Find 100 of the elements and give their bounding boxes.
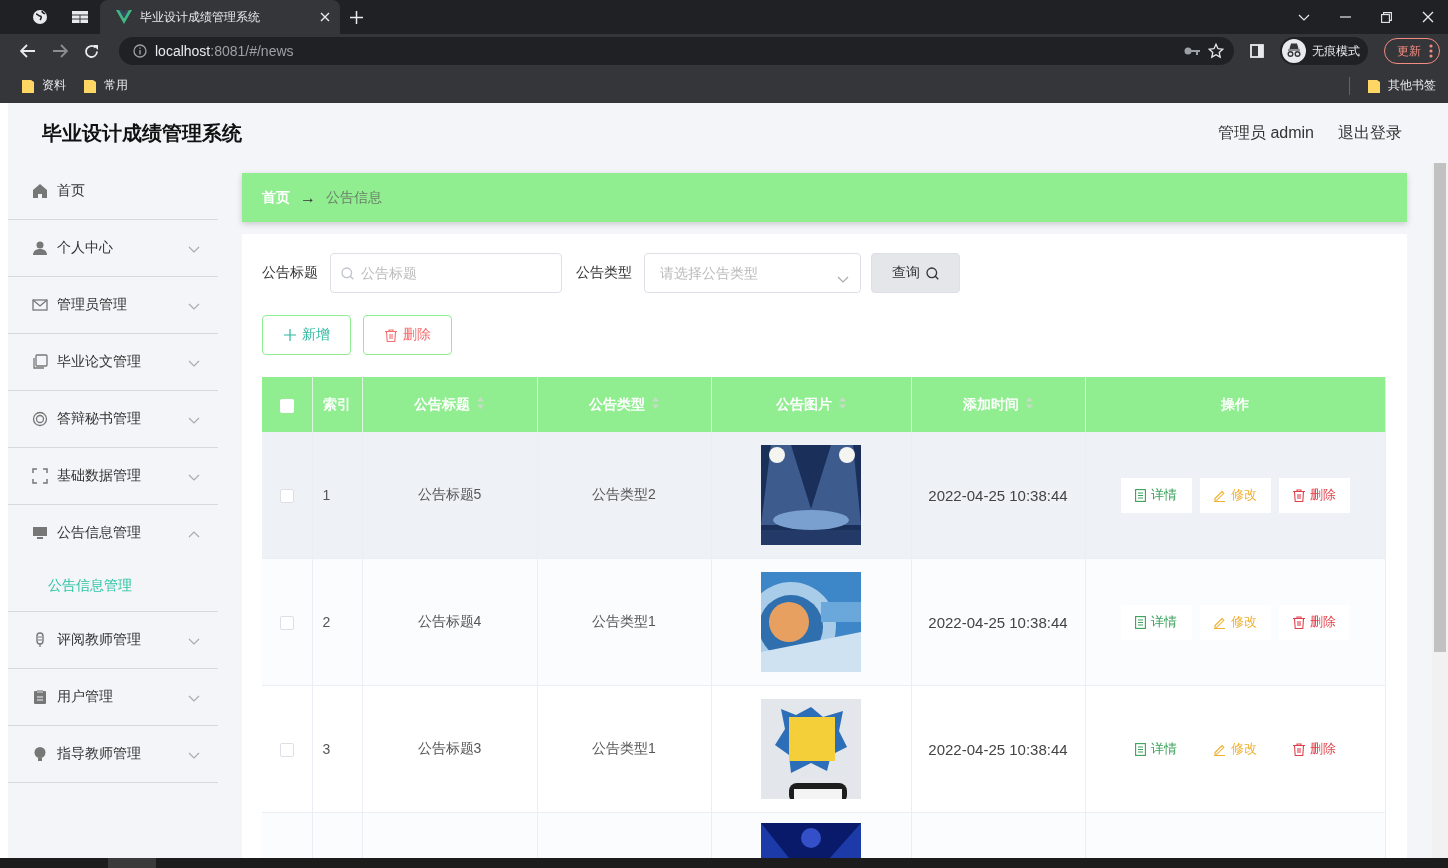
bookmark[interactable]: 常用 (84, 77, 128, 94)
checkbox[interactable] (279, 489, 294, 504)
sidebar-item[interactable]: 评阅教师管理 (8, 612, 218, 668)
column-header: 索引 (323, 395, 351, 414)
column-header: 操作 (1221, 395, 1249, 414)
table-cell: 公告类型2 (592, 486, 656, 502)
back-icon[interactable] (20, 44, 36, 58)
document-icon (1135, 615, 1146, 629)
chevron-down-icon (188, 695, 200, 702)
detail-button[interactable]: 详情 (1120, 604, 1192, 640)
sidebar-item[interactable]: 首页 (8, 163, 218, 219)
sidebar-item[interactable]: 答辩秘书管理 (8, 391, 218, 447)
table-cell: 公告类型1 (592, 613, 656, 629)
sidebar-item[interactable]: 管理员管理 (8, 277, 218, 333)
plus-icon[interactable] (350, 10, 363, 24)
plus-icon (283, 329, 296, 341)
copy-icon (32, 354, 48, 370)
sidebar-item[interactable]: 指导教师管理 (8, 726, 218, 782)
user-icon (32, 240, 48, 256)
info-icon (133, 44, 147, 58)
sidebar-item[interactable]: 基础数据管理 (8, 448, 218, 504)
forward-icon[interactable] (52, 44, 68, 58)
close-icon[interactable] (320, 12, 330, 22)
breadcrumb-item: 公告信息 (326, 188, 382, 207)
table-cell: 公告标题5 (417, 486, 482, 502)
sidebar-item[interactable]: 个人中心 (8, 220, 218, 276)
table-cell: 公告标题3 (417, 740, 482, 756)
ring-icon (32, 411, 48, 427)
star-icon[interactable] (1208, 43, 1224, 59)
filter-label: 公告标题 (262, 264, 318, 282)
sidebar-item[interactable]: 公告信息管理 (8, 505, 218, 561)
table-cell: 2022-04-25 10:38:44 (928, 613, 1068, 631)
pencil-icon (1213, 742, 1226, 756)
app-title: 毕业设计成绩管理系统 (42, 120, 242, 146)
url-text: localhost:8081/#/news (155, 43, 295, 59)
side-panel-icon[interactable] (1250, 44, 1264, 58)
frame-icon (32, 468, 48, 484)
chevron-down-icon (188, 246, 200, 253)
bulb-icon (32, 746, 48, 762)
table-cell: 2022-04-25 10:38:44 (928, 486, 1068, 504)
document-icon (1135, 488, 1146, 502)
folder-icon (1368, 78, 1380, 93)
table-cell: 3 (322, 741, 331, 757)
chevron-down-icon (188, 474, 200, 481)
document-icon (1135, 742, 1146, 756)
trash-icon (1292, 615, 1305, 629)
sidebar-item[interactable]: 毕业论文管理 (8, 334, 218, 390)
select-field[interactable]: 请选择公告类型 (644, 253, 861, 293)
checkbox[interactable] (279, 616, 294, 631)
close-icon[interactable] (1422, 11, 1434, 23)
sidebar-item[interactable]: 用户管理 (8, 669, 218, 725)
chevron-down-icon (188, 638, 200, 645)
search-icon (926, 266, 939, 280)
table-cell: 1 (322, 487, 331, 503)
globe-icon (32, 9, 48, 25)
detail-button[interactable]: 详情 (1120, 477, 1192, 513)
more-icon (1429, 44, 1433, 58)
home-icon (32, 183, 48, 199)
table-cell: 公告类型1 (592, 740, 656, 756)
reload-icon[interactable] (84, 43, 99, 59)
search-button[interactable]: 查询 (871, 253, 960, 293)
bookmark[interactable]: 资料 (22, 77, 66, 94)
envelope-icon (32, 297, 48, 313)
chevron-down-icon (188, 303, 200, 310)
logout-link[interactable]: 退出登录 (1338, 122, 1402, 144)
restore-icon[interactable] (1381, 11, 1392, 23)
table-cell: 2022-04-25 10:38:44 (928, 740, 1068, 758)
folder-icon (22, 78, 34, 93)
checkbox[interactable] (279, 743, 294, 758)
search-field[interactable]: 公告标题 (330, 253, 562, 293)
browser-tab[interactable]: 毕业设计成绩管理系统 (100, 0, 340, 34)
table-cell: 公告标题4 (417, 613, 482, 629)
bookmark[interactable]: 其他书签 (1368, 77, 1436, 94)
table-cell: 2 (322, 614, 331, 630)
chevron-down-icon[interactable] (1298, 13, 1310, 21)
table-icon (72, 11, 88, 23)
chevron-down-icon (188, 752, 200, 759)
filter-label: 公告类型 (576, 264, 632, 282)
delete-button[interactable]: 删除 (1278, 604, 1350, 640)
address-bar[interactable]: localhost:8081/#/news (119, 37, 1234, 65)
key-icon[interactable] (1184, 46, 1200, 56)
v-logo-icon (116, 10, 132, 24)
incognito-profile[interactable]: 无痕模式 (1280, 37, 1368, 65)
folder-icon (84, 78, 96, 93)
pencil-icon (1213, 615, 1226, 629)
trash-icon (384, 328, 397, 342)
monitor-icon (32, 525, 48, 541)
clipboard-icon (32, 689, 48, 705)
delete-button[interactable]: 删除 (1278, 477, 1350, 513)
pencil-icon (1213, 488, 1226, 502)
scrollbar[interactable] (1432, 163, 1448, 858)
chevron-down-icon (837, 276, 849, 283)
checkbox[interactable] (279, 398, 294, 413)
chevron-up-icon (188, 531, 200, 538)
trash-icon (1292, 742, 1305, 756)
incognito-icon (1282, 39, 1306, 63)
trash-icon (1292, 488, 1305, 502)
search-icon (341, 267, 354, 280)
chevron-down-icon (188, 417, 200, 424)
arrow-separator: → (300, 188, 316, 207)
